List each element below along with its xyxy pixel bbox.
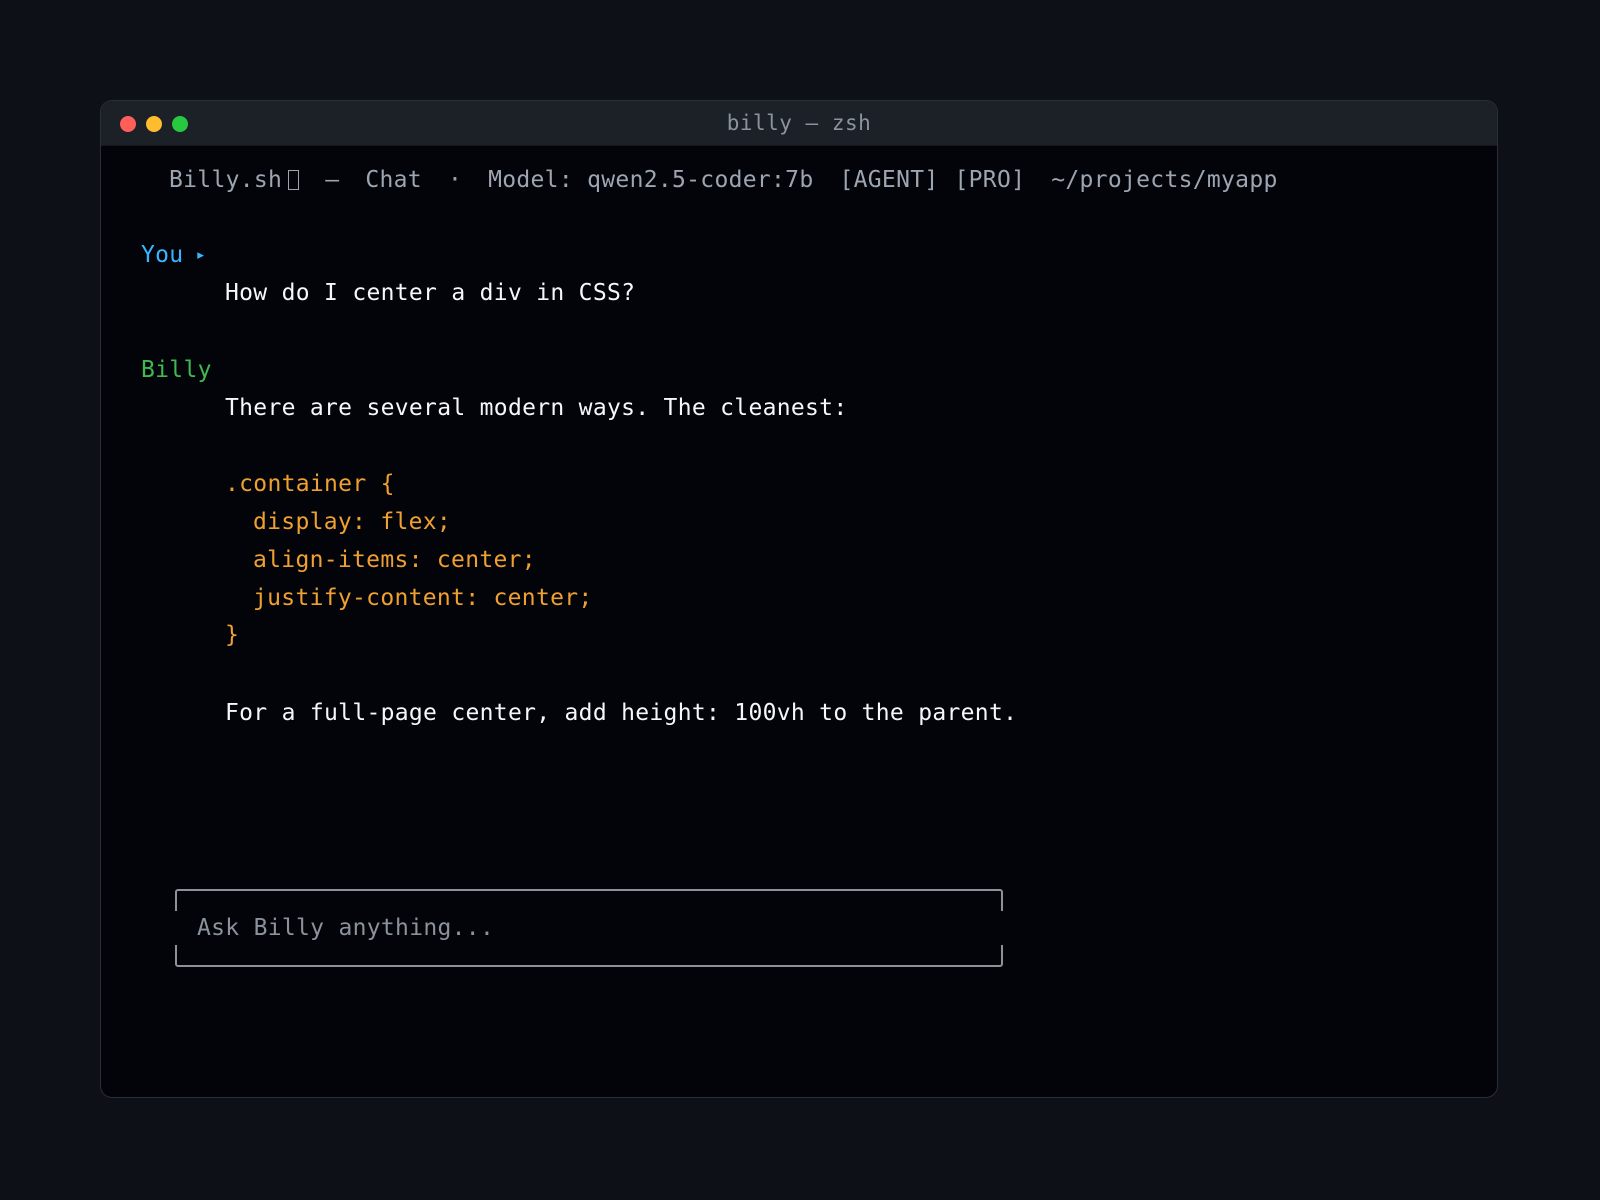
title-bar: billy — zsh bbox=[101, 101, 1497, 146]
assistant-message-intro: There are several modern ways. The clean… bbox=[225, 395, 848, 421]
agent-badge: [AGENT] bbox=[839, 167, 939, 193]
user-name: You bbox=[141, 242, 184, 268]
code-line: align-items: center; bbox=[253, 547, 536, 573]
chat-input[interactable] bbox=[197, 909, 977, 947]
icon-placeholder-icon bbox=[288, 170, 300, 190]
user-label: You ▸ bbox=[141, 240, 206, 270]
terminal-window: billy — zsh Billy.sh — Chat · Model: qwen2.5… bbox=[100, 100, 1498, 1098]
assistant-label: Billy bbox=[141, 357, 212, 383]
mode-label: Chat bbox=[365, 167, 422, 193]
terminal-content: Billy.sh — Chat · Model: qwen2.5-coder:7b [AG… bbox=[101, 145, 1497, 1097]
app-name: Billy.sh bbox=[169, 167, 283, 193]
assistant-message-outro: For a full-page center, add height: 100v… bbox=[225, 700, 1018, 726]
status-separator-dash: — bbox=[325, 167, 340, 193]
pro-badge: [PRO] bbox=[954, 167, 1026, 193]
window-title: billy — zsh bbox=[726, 111, 872, 135]
user-message: How do I center a div in CSS? bbox=[225, 280, 636, 306]
status-bar: Billy.sh — Chat · Model: qwen2.5-coder:7b [AG… bbox=[169, 165, 1278, 195]
working-directory: ~/projects/myapp bbox=[1051, 167, 1278, 193]
code-line: justify-content: center; bbox=[253, 585, 593, 611]
prompt-arrow-icon: ▸ bbox=[195, 245, 206, 265]
code-line: } bbox=[225, 622, 240, 648]
code-line: .container { bbox=[225, 471, 395, 497]
chat-input-box[interactable] bbox=[175, 889, 1003, 967]
status-separator-dot: · bbox=[447, 167, 463, 193]
code-line: display: flex; bbox=[253, 509, 452, 535]
model-label: Model: qwen2.5-coder:7b bbox=[488, 167, 814, 193]
